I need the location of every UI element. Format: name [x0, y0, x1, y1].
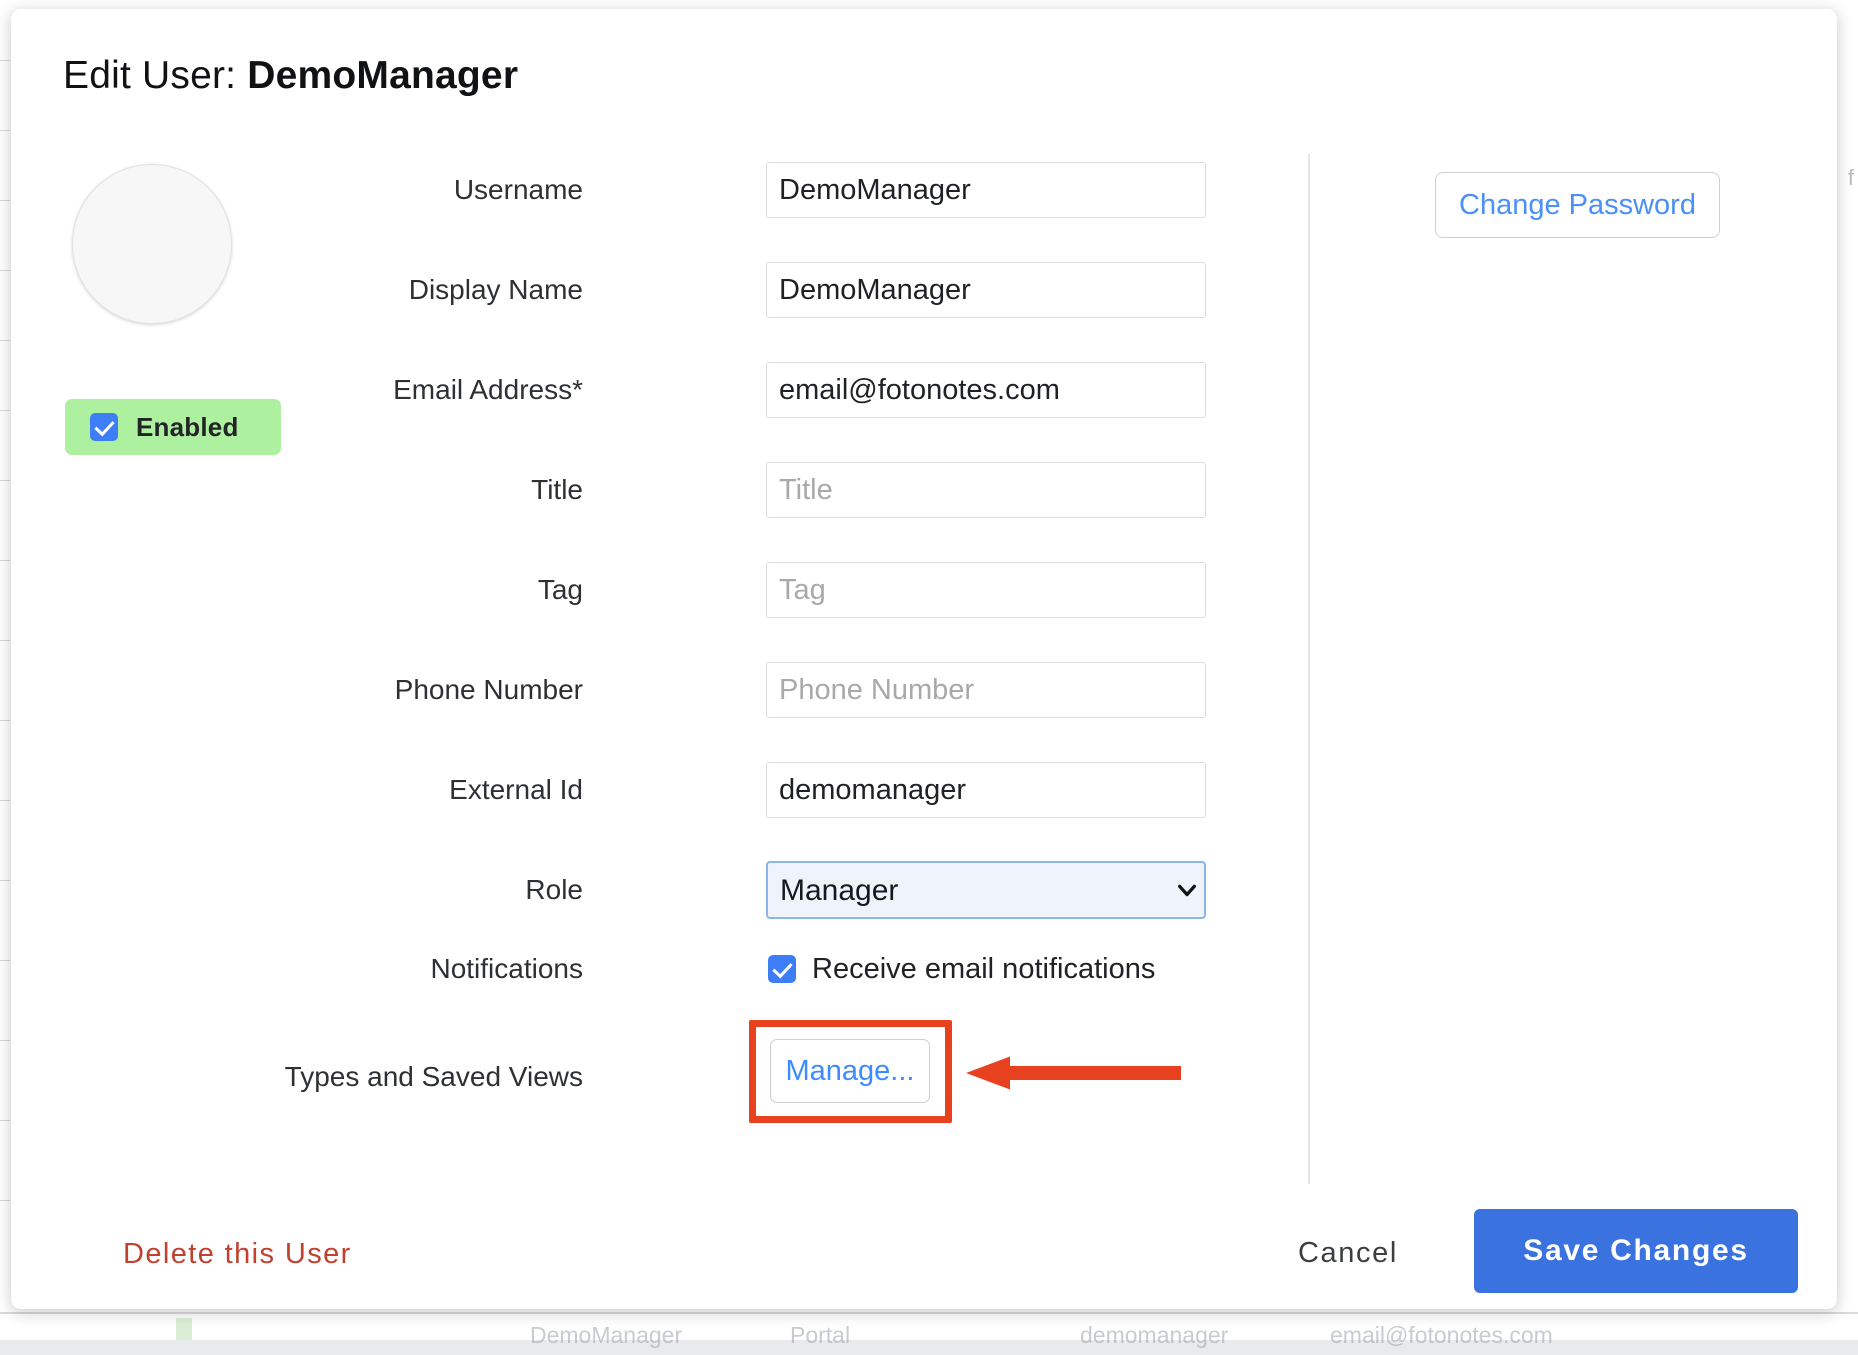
- role-select[interactable]: Manager: [766, 861, 1206, 919]
- label-types-saved-views: Types and Saved Views: [163, 1061, 583, 1093]
- page-title-username: DemoManager: [247, 54, 518, 97]
- manage-button[interactable]: Manage...: [770, 1039, 930, 1103]
- edit-user-modal: Edit User: DemoManager Enabled Username …: [11, 9, 1837, 1309]
- label-role: Role: [163, 874, 583, 906]
- username-input[interactable]: [766, 162, 1206, 218]
- label-notifications: Notifications: [163, 953, 583, 985]
- form-row-display-name: Display Name: [11, 262, 1311, 318]
- tag-input[interactable]: [766, 562, 1206, 618]
- delete-user-link[interactable]: Delete this User: [123, 1238, 352, 1271]
- form-row-title: Title: [11, 462, 1311, 518]
- change-password-button[interactable]: Change Password: [1435, 172, 1720, 238]
- form-row-role: Role Manager: [11, 861, 1311, 919]
- label-email-address: Email Address*: [163, 374, 583, 406]
- label-username: Username: [163, 174, 583, 206]
- label-tag: Tag: [163, 574, 583, 606]
- receive-email-notifications-option[interactable]: Receive email notifications: [768, 953, 1155, 986]
- label-external-id: External Id: [163, 774, 583, 806]
- background-cell-externalid: demomanager: [1080, 1322, 1228, 1349]
- notifications-checkbox[interactable]: [768, 955, 796, 983]
- title-input[interactable]: [766, 462, 1206, 518]
- form-row-username: Username: [11, 162, 1311, 218]
- background-cell-username: DemoManager: [530, 1322, 682, 1349]
- label-phone-number: Phone Number: [163, 674, 583, 706]
- form-row-phone: Phone Number: [11, 662, 1311, 718]
- form-row-notifications: Notifications Receive email notification…: [11, 949, 1311, 989]
- background-cell-role: Portal: [790, 1322, 850, 1349]
- label-display-name: Display Name: [163, 274, 583, 306]
- notifications-checkbox-label: Receive email notifications: [812, 953, 1155, 986]
- form-row-email: Email Address*: [11, 362, 1311, 418]
- cancel-button[interactable]: Cancel: [1298, 1237, 1398, 1270]
- background-edge-text: f: [1848, 165, 1854, 191]
- email-input[interactable]: [766, 362, 1206, 418]
- phone-number-input[interactable]: [766, 662, 1206, 718]
- page-title-prefix: Edit User:: [63, 54, 236, 97]
- background-cell-email: email@fotonotes.com: [1330, 1322, 1553, 1349]
- background-table-rules: [0, 0, 10, 1340]
- background-table-row: DemoManager Portal demomanager email@fot…: [0, 1315, 1858, 1355]
- form-row-types-saved-views: Types and Saved Views: [11, 1057, 1311, 1097]
- label-title: Title: [163, 474, 583, 506]
- form-row-external-id: External Id: [11, 762, 1311, 818]
- page-title: Edit User: DemoManager: [63, 54, 518, 98]
- display-name-input[interactable]: [766, 262, 1206, 318]
- panel-divider: [1308, 154, 1310, 1184]
- background-row-divider: [0, 1312, 1858, 1314]
- external-id-input[interactable]: [766, 762, 1206, 818]
- form-row-tag: Tag: [11, 562, 1311, 618]
- save-changes-button[interactable]: Save Changes: [1474, 1209, 1798, 1293]
